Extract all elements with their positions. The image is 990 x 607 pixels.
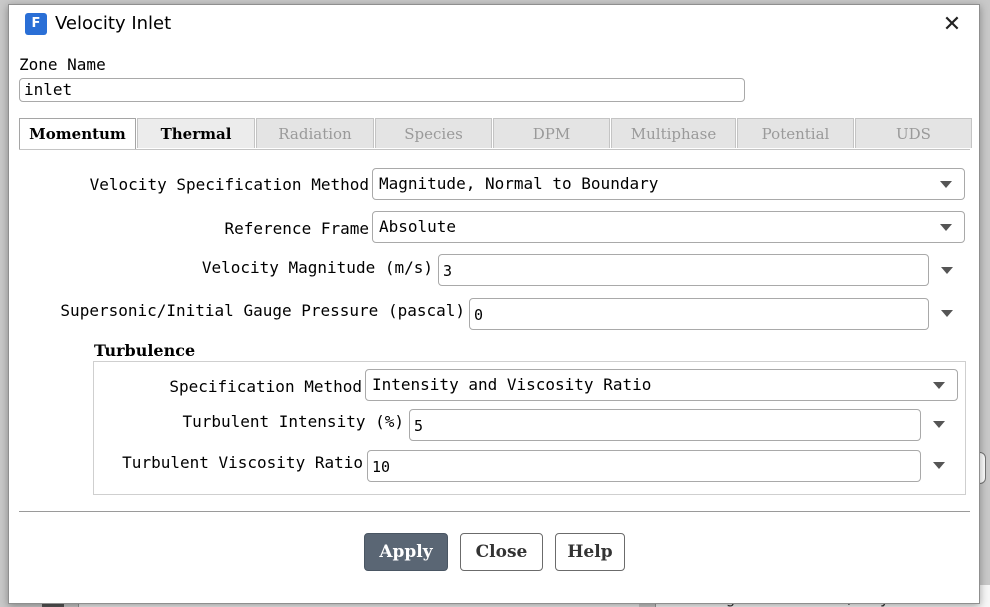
close-icon[interactable]: ✕ <box>937 11 967 39</box>
turbulent-intensity-dropdown-icon[interactable] <box>933 421 945 428</box>
close-button[interactable]: Close <box>460 533 543 571</box>
tab-momentum[interactable]: Momentum <box>19 118 136 150</box>
fluent-app-icon: F <box>25 13 47 35</box>
turbulent-viscosity-ratio-input[interactable]: 10 <box>367 450 921 482</box>
turbulent-intensity-label: Turbulent Intensity (%) <box>182 412 404 431</box>
velocity-spec-method-label: Velocity Specification Method <box>89 175 369 194</box>
tab-potential[interactable]: Potential <box>737 118 854 148</box>
tab-radiation[interactable]: Radiation <box>256 118 374 148</box>
tab-dpm[interactable]: DPM <box>493 118 610 148</box>
turbulence-spec-method-label: Specification Method <box>169 377 362 396</box>
reference-frame-label: Reference Frame <box>224 219 370 238</box>
chevron-down-icon <box>940 224 952 231</box>
gauge-pressure-label: Supersonic/Initial Gauge Pressure (pasca… <box>60 301 465 320</box>
turbulence-heading: Turbulence <box>94 341 196 360</box>
gauge-pressure-dropdown-icon[interactable] <box>941 310 953 317</box>
button-separator <box>19 511 970 512</box>
reference-frame-select[interactable]: Absolute <box>372 211 965 243</box>
velocity-spec-method-select[interactable]: Magnitude, Normal to Boundary <box>372 168 965 200</box>
velocity-magnitude-input[interactable]: 3 <box>438 254 929 286</box>
velocity-magnitude-label: Velocity Magnitude (m/s) <box>201 258 433 277</box>
reference-frame-value: Absolute <box>379 217 457 236</box>
title-bar: F Velocity Inlet ✕ <box>9 5 979 45</box>
velocity-magnitude-dropdown-icon[interactable] <box>941 267 953 274</box>
chevron-down-icon <box>933 382 945 389</box>
tab-bar: Momentum Thermal Radiation Species DPM M… <box>19 118 972 150</box>
velocity-inlet-dialog: F Velocity Inlet ✕ Zone Name inlet Momen… <box>8 4 980 604</box>
tab-multiphase[interactable]: Multiphase <box>611 118 736 148</box>
zone-name-label: Zone Name <box>19 55 106 74</box>
turbulent-intensity-input[interactable]: 5 <box>409 409 921 441</box>
apply-button[interactable]: Apply <box>364 533 448 571</box>
velocity-spec-method-value: Magnitude, Normal to Boundary <box>379 174 659 193</box>
turbulent-viscosity-ratio-label: Turbulent Viscosity Ratio <box>122 453 363 472</box>
help-button[interactable]: Help <box>555 533 625 571</box>
turbulence-spec-method-select[interactable]: Intensity and Viscosity Ratio <box>365 369 958 401</box>
tab-thermal[interactable]: Thermal <box>137 118 255 148</box>
dialog-title: Velocity Inlet <box>55 13 172 34</box>
tab-species[interactable]: Species <box>375 118 492 148</box>
zone-name-input[interactable]: inlet <box>19 78 745 102</box>
tab-uds[interactable]: UDS <box>855 118 972 148</box>
gauge-pressure-input[interactable]: 0 <box>469 298 929 330</box>
chevron-down-icon <box>940 181 952 188</box>
turbulence-spec-method-value: Intensity and Viscosity Ratio <box>372 375 652 394</box>
turbulent-viscosity-ratio-dropdown-icon[interactable] <box>933 462 945 469</box>
